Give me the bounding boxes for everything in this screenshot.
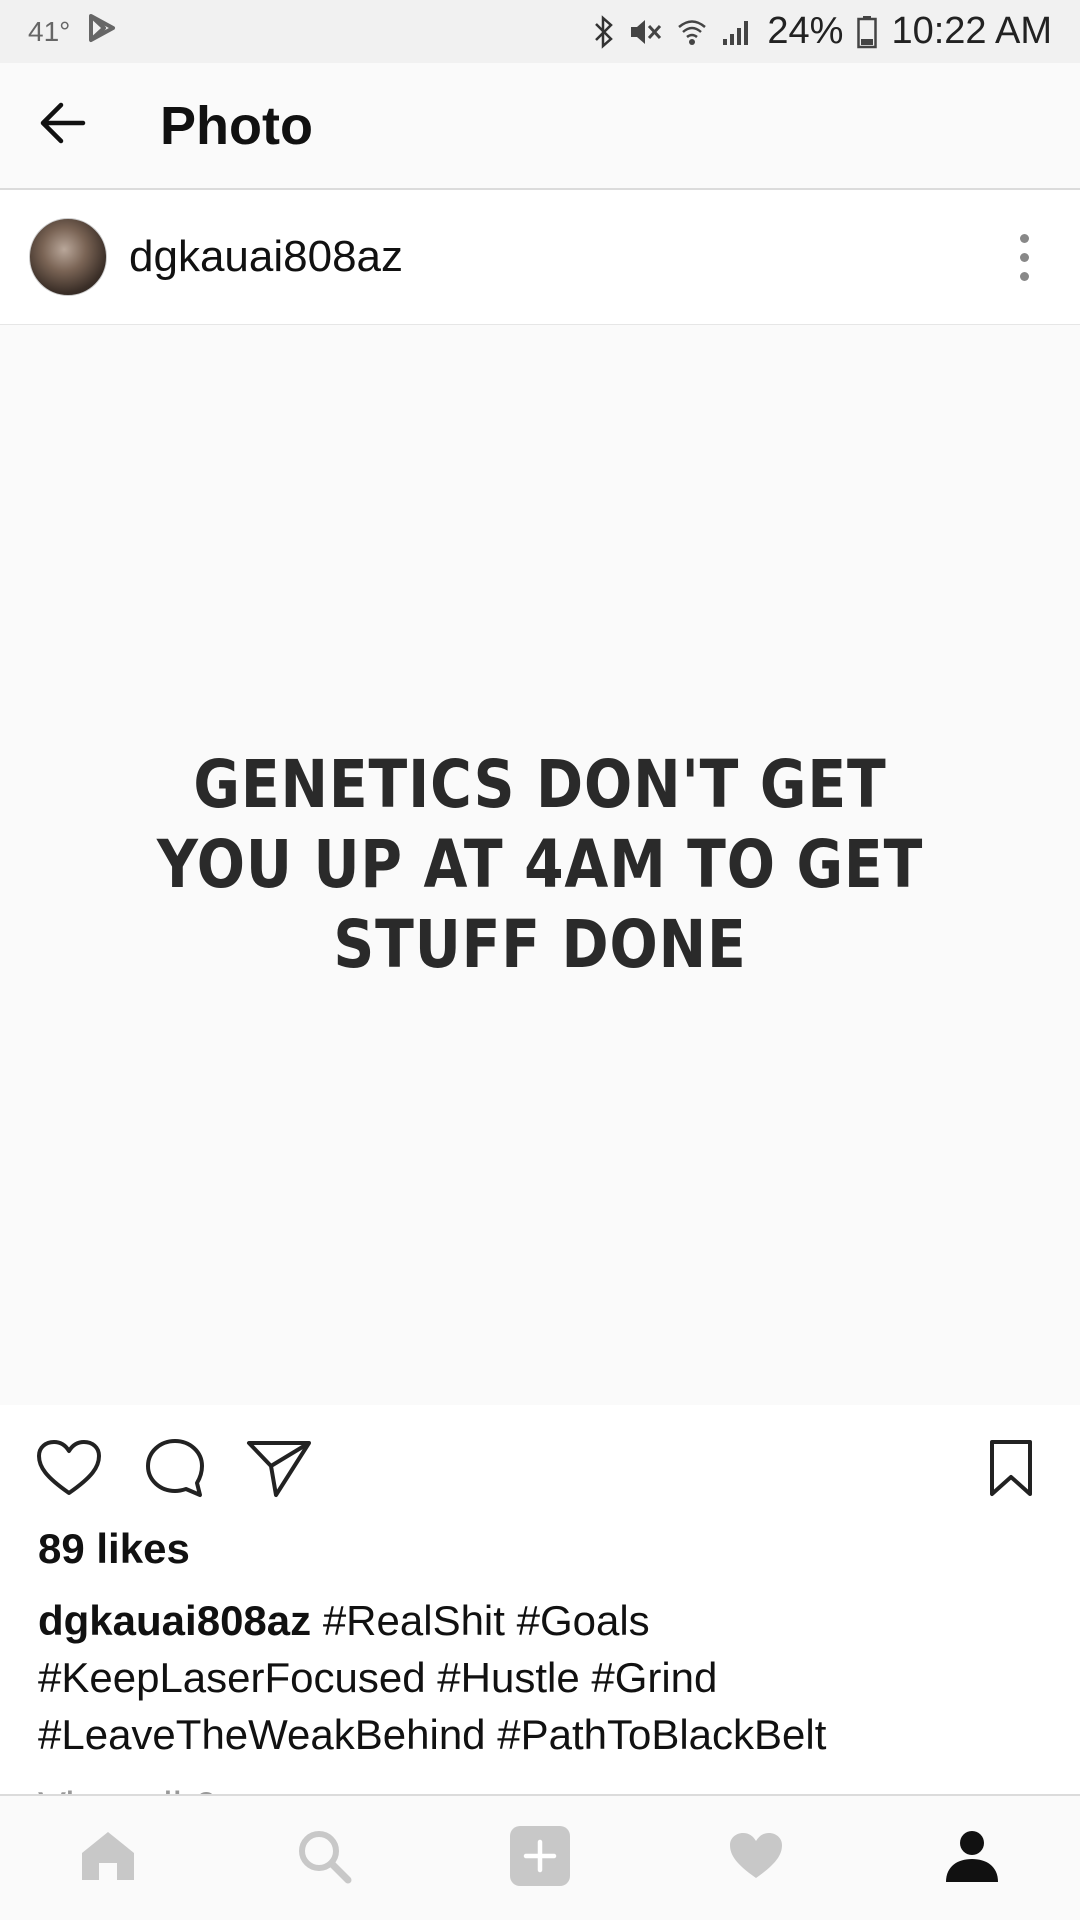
- search-icon: [296, 1828, 352, 1889]
- nav-profile[interactable]: [918, 1804, 1026, 1912]
- post-username[interactable]: dgkauai808az: [129, 232, 403, 282]
- nav-home[interactable]: [54, 1804, 162, 1912]
- more-dot: [1019, 233, 1029, 243]
- back-arrow-icon: [39, 101, 87, 150]
- avatar[interactable]: [29, 218, 107, 296]
- activity-heart-icon: [728, 1831, 784, 1886]
- app-header: Photo: [0, 63, 1080, 190]
- post-image[interactable]: GENETICS DON'T GET YOU UP AT 4AM TO GET …: [0, 325, 1080, 1405]
- post-actions: [0, 1405, 1080, 1525]
- add-icon: [508, 1824, 572, 1893]
- status-left: 41°: [28, 13, 116, 50]
- comment-icon: [144, 1437, 206, 1504]
- more-dot: [1019, 271, 1029, 281]
- heart-icon: [36, 1439, 102, 1502]
- like-button[interactable]: [34, 1435, 104, 1505]
- post-header: dgkauai808az: [0, 190, 1080, 325]
- bookmark-icon: [988, 1439, 1034, 1502]
- mute-icon: [629, 16, 663, 48]
- save-button[interactable]: [976, 1435, 1046, 1505]
- post-image-text: GENETICS DON'T GET YOU UP AT 4AM TO GET …: [156, 746, 924, 983]
- nav-search[interactable]: [270, 1804, 378, 1912]
- comment-button[interactable]: [140, 1435, 210, 1505]
- status-right: 24% 10:22 AM: [593, 10, 1052, 53]
- play-store-icon: [88, 13, 116, 50]
- temperature-label: 41°: [28, 15, 71, 47]
- wifi-icon: [677, 17, 707, 47]
- caption: dgkauai808az #RealShit #Goals #KeepLaser…: [38, 1592, 1048, 1763]
- likes-count[interactable]: 89 likes: [38, 1525, 190, 1573]
- share-icon: [246, 1438, 312, 1503]
- nav-add[interactable]: [486, 1804, 594, 1912]
- caption-username[interactable]: dgkauai808az: [38, 1597, 311, 1644]
- battery-icon: [857, 15, 878, 49]
- status-bar: 41° 24% 10:22 AM: [0, 0, 1080, 63]
- page-title: Photo: [160, 95, 313, 156]
- home-icon: [79, 1829, 137, 1888]
- bottom-nav: [0, 1794, 1080, 1920]
- signal-icon: [721, 17, 753, 47]
- profile-icon: [944, 1828, 1000, 1889]
- battery-label: 24%: [767, 10, 844, 52]
- bluetooth-icon: [593, 14, 615, 50]
- back-button[interactable]: [0, 62, 126, 189]
- more-dot: [1019, 252, 1029, 262]
- share-button[interactable]: [244, 1435, 314, 1505]
- more-options-button[interactable]: [1004, 222, 1044, 292]
- clock-label: 10:22 AM: [891, 10, 1052, 52]
- nav-activity[interactable]: [702, 1804, 810, 1912]
